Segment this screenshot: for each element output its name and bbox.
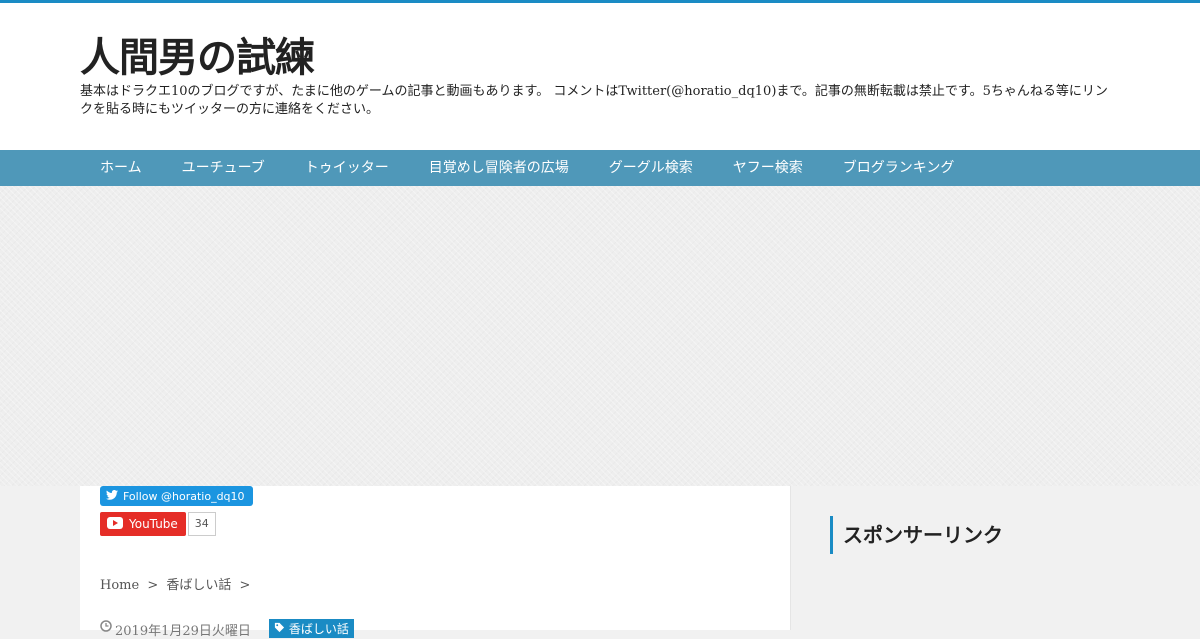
youtube-label: YouTube xyxy=(129,517,178,531)
tag-icon xyxy=(274,622,285,636)
youtube-subscribe: YouTube 34 xyxy=(100,512,216,536)
site-header: 人間男の試練 基本はドラクエ10のブログですが、たまに他のゲームの記事と動画もあ… xyxy=(0,3,1200,150)
youtube-play-icon xyxy=(107,516,123,532)
twitter-follow-label: Follow @horatio_dq10 xyxy=(123,489,245,503)
nav-item-twitter[interactable]: トゥイッター xyxy=(285,150,409,186)
twitter-bird-icon xyxy=(106,489,118,503)
breadcrumb-category-link[interactable]: 香ばしい話 xyxy=(166,578,231,593)
youtube-button[interactable]: YouTube xyxy=(100,512,186,536)
breadcrumb-home-link[interactable]: Home xyxy=(100,578,139,593)
sidebar-sponsor-heading: スポンサーリンク xyxy=(830,516,1003,554)
youtube-subscriber-count: 34 xyxy=(187,512,216,536)
breadcrumb: Home > 香ばしい話 > xyxy=(100,574,254,593)
twitter-follow-button[interactable]: Follow @horatio_dq10 xyxy=(100,486,253,506)
nav-item-home[interactable]: ホーム xyxy=(80,150,162,186)
nav-item-yahoo-search[interactable]: ヤフー検索 xyxy=(713,150,823,186)
ad-area xyxy=(0,186,1200,486)
breadcrumb-separator-trailing: > xyxy=(239,578,251,593)
site-description: 基本はドラクエ10のブログですが、たまに他のゲームの記事と動画もあります。 コメ… xyxy=(80,84,1108,117)
post-category-label: 香ばしい話 xyxy=(288,622,349,636)
nav-item-blog-ranking[interactable]: ブログランキング xyxy=(823,150,975,186)
nav-item-youtube[interactable]: ユーチューブ xyxy=(162,150,285,186)
breadcrumb-separator: > xyxy=(147,578,159,593)
clock-icon xyxy=(100,620,112,636)
post-category-badge[interactable]: 香ばしい話 xyxy=(268,619,354,638)
main-content: Follow @horatio_dq10 YouTube 34 Home > 香… xyxy=(80,486,791,639)
nav-item-google-search[interactable]: グーグル検索 xyxy=(589,150,713,186)
site-title[interactable]: 人間男の試練 xyxy=(80,25,315,83)
nav-item-adventurers-plaza[interactable]: 目覚めし冒険者の広場 xyxy=(409,150,589,186)
main-nav: ホーム ユーチューブ トゥイッター 目覚めし冒険者の広場 グーグル検索 ヤフー検… xyxy=(0,150,1200,186)
